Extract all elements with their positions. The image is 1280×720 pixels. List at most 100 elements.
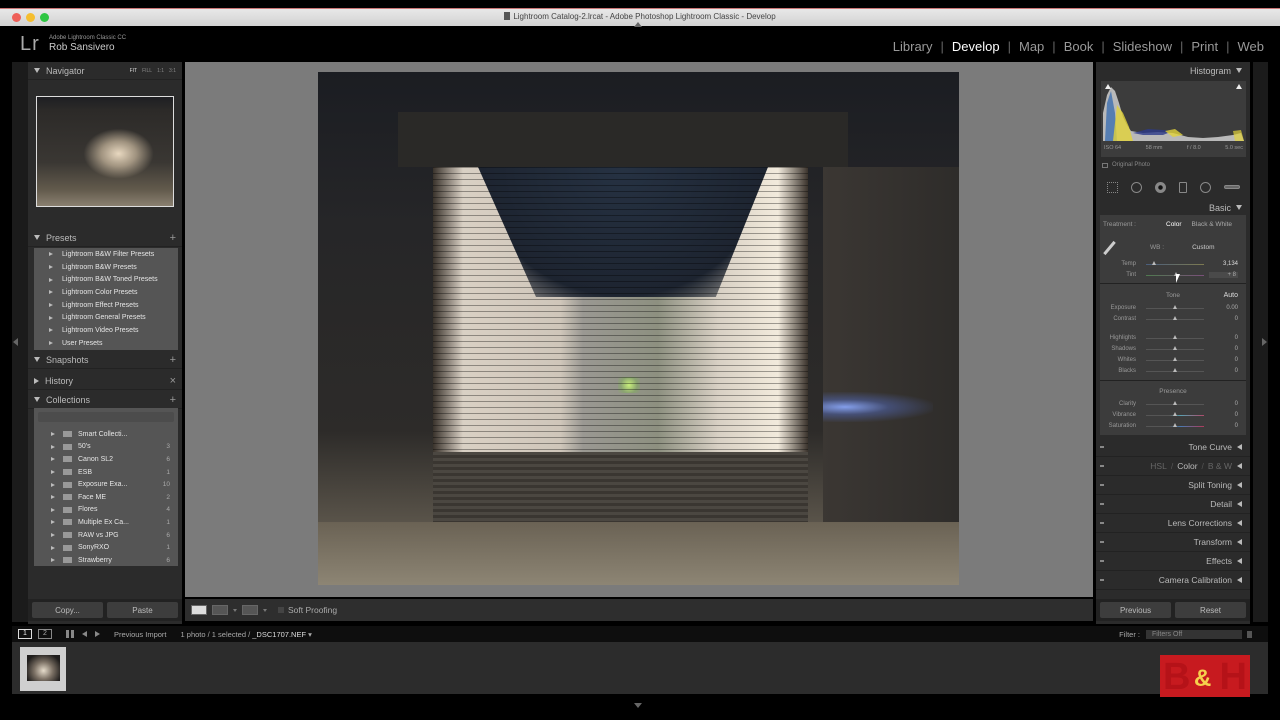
tone-curve-panel-header[interactable]: Tone Curve bbox=[1096, 438, 1250, 457]
transform-panel-header[interactable]: Transform bbox=[1096, 533, 1250, 552]
contrast-slider[interactable] bbox=[1146, 315, 1204, 320]
preset-folder[interactable]: Lightroom Video Presets bbox=[34, 324, 178, 337]
effects-panel-header[interactable]: Effects bbox=[1096, 552, 1250, 571]
soft-proofing-checkbox[interactable] bbox=[278, 607, 284, 613]
preset-folder[interactable]: Lightroom Effect Presets bbox=[34, 299, 178, 312]
module-slideshow[interactable]: Slideshow bbox=[1113, 39, 1172, 54]
highlight-clipping-toggle[interactable] bbox=[1236, 84, 1242, 89]
collection-item[interactable]: Smart Collecti... bbox=[34, 428, 178, 441]
hsl-tab[interactable]: HSL bbox=[1150, 461, 1167, 471]
collection-item[interactable]: Exposure Exa... 10 bbox=[34, 478, 178, 491]
filmstrip-source[interactable]: Previous Import bbox=[114, 630, 167, 639]
highlights-value[interactable]: 0 bbox=[1235, 335, 1238, 341]
zoom-fill[interactable]: FILL bbox=[142, 68, 152, 74]
forward-arrow-icon[interactable] bbox=[95, 631, 100, 637]
panel-switch-icon[interactable] bbox=[1100, 560, 1104, 562]
reset-button[interactable]: Reset bbox=[1175, 602, 1246, 618]
collapse-right-panel-icon[interactable] bbox=[1262, 338, 1267, 346]
wb-preset-dropdown[interactable]: Custom bbox=[1192, 244, 1214, 251]
clarity-value[interactable]: 0 bbox=[1235, 401, 1238, 407]
contrast-slider-knob[interactable] bbox=[1172, 315, 1177, 320]
basic-header[interactable]: Basic bbox=[1096, 200, 1250, 215]
blacks-slider-knob[interactable] bbox=[1172, 367, 1177, 372]
highlights-slider[interactable] bbox=[1146, 334, 1204, 339]
temp-slider-knob[interactable] bbox=[1152, 260, 1157, 265]
original-photo-toggle[interactable]: Original Photo bbox=[1102, 162, 1150, 168]
back-arrow-icon[interactable] bbox=[82, 631, 87, 637]
saturation-slider[interactable] bbox=[1146, 422, 1204, 427]
red-eye-tool-icon[interactable] bbox=[1155, 181, 1167, 193]
clarity-slider[interactable] bbox=[1146, 400, 1204, 405]
shadows-slider-knob[interactable] bbox=[1172, 345, 1177, 350]
before-after-button[interactable] bbox=[212, 605, 228, 615]
collection-item[interactable]: Strawberry 6 bbox=[34, 554, 178, 567]
radial-filter-tool-icon[interactable] bbox=[1199, 181, 1211, 193]
add-snapshot-button[interactable]: + bbox=[170, 354, 176, 366]
exposure-slider-knob[interactable] bbox=[1172, 304, 1177, 309]
vibrance-value[interactable]: 0 bbox=[1235, 412, 1238, 418]
detail-panel-header[interactable]: Detail bbox=[1096, 495, 1250, 514]
zoom-3-1[interactable]: 3:1 bbox=[169, 68, 176, 74]
collection-item[interactable]: 50's 3 bbox=[34, 441, 178, 454]
module-book[interactable]: Book bbox=[1064, 39, 1094, 54]
blacks-value[interactable]: 0 bbox=[1235, 368, 1238, 374]
presets-header[interactable]: Presets + bbox=[28, 229, 182, 247]
add-collection-button[interactable]: + bbox=[170, 394, 176, 406]
crop-overlay-tool-icon[interactable] bbox=[1107, 181, 1119, 193]
copy-settings-button[interactable]: Copy... bbox=[32, 602, 103, 618]
collection-item[interactable]: Flores 4 bbox=[34, 504, 178, 517]
clear-history-button[interactable]: × bbox=[170, 375, 176, 387]
preset-folder[interactable]: Lightroom Color Presets bbox=[34, 286, 178, 299]
whites-slider-knob[interactable] bbox=[1172, 356, 1177, 361]
white-balance-eyedropper-icon[interactable] bbox=[1103, 240, 1116, 256]
collection-item[interactable]: RAW vs JPG 6 bbox=[34, 529, 178, 542]
hsl-panel-header[interactable]: HSL / Color / B & W bbox=[1096, 457, 1250, 476]
selected-filename[interactable]: _DSC1707.NEF bbox=[252, 630, 306, 639]
vibrance-slider[interactable] bbox=[1146, 411, 1204, 416]
panel-switch-icon[interactable] bbox=[1100, 541, 1104, 543]
shadows-value[interactable]: 0 bbox=[1235, 346, 1238, 352]
vibrance-slider-knob[interactable] bbox=[1172, 411, 1177, 416]
collection-item[interactable]: SonyRXO 1 bbox=[34, 541, 178, 554]
zoom-1-1[interactable]: 1:1 bbox=[157, 68, 164, 74]
preset-folder[interactable]: Lightroom B&W Toned Presets bbox=[34, 273, 178, 286]
main-photo[interactable] bbox=[318, 72, 959, 585]
collapse-filmstrip-icon[interactable] bbox=[634, 703, 642, 708]
navigator-preview[interactable] bbox=[36, 96, 174, 207]
temp-slider[interactable] bbox=[1146, 260, 1204, 265]
panel-switch-icon[interactable] bbox=[1100, 503, 1104, 505]
collection-item[interactable]: Canon SL2 6 bbox=[34, 453, 178, 466]
panel-switch-icon[interactable] bbox=[1100, 579, 1104, 581]
paste-settings-button[interactable]: Paste bbox=[107, 602, 178, 618]
previous-settings-button[interactable]: Previous bbox=[1100, 602, 1171, 618]
navigator-header[interactable]: Navigator FIT FILL 1:1 3:1 bbox=[28, 62, 182, 80]
exposure-value[interactable]: 0.00 bbox=[1226, 305, 1238, 311]
module-map[interactable]: Map bbox=[1019, 39, 1044, 54]
treatment-bw-option[interactable]: Black & White bbox=[1192, 221, 1232, 228]
shadow-clipping-toggle[interactable] bbox=[1105, 84, 1111, 89]
panel-switch-icon[interactable] bbox=[1100, 446, 1104, 448]
bw-tab[interactable]: B & W bbox=[1208, 461, 1232, 471]
swap-dropdown-icon[interactable] bbox=[263, 608, 267, 612]
zoom-fit[interactable]: FIT bbox=[130, 68, 138, 74]
module-develop[interactable]: Develop bbox=[952, 39, 1000, 54]
preset-folder[interactable]: User Presets bbox=[34, 337, 178, 350]
highlights-slider-knob[interactable] bbox=[1172, 334, 1177, 339]
panel-switch-icon[interactable] bbox=[1100, 522, 1104, 524]
preset-folder[interactable]: Lightroom B&W Presets bbox=[34, 261, 178, 274]
split-toning-panel-header[interactable]: Split Toning bbox=[1096, 476, 1250, 495]
collections-header[interactable]: Collections + bbox=[28, 391, 182, 409]
before-after-swap-button[interactable] bbox=[242, 605, 258, 615]
collection-item[interactable]: ESB 1 bbox=[34, 466, 178, 479]
before-after-dropdown-icon[interactable] bbox=[233, 608, 237, 612]
collapse-top-panel-icon[interactable] bbox=[634, 22, 642, 27]
tint-value[interactable]: + 8 bbox=[1209, 272, 1238, 278]
camera-calibration-panel-header[interactable]: Camera Calibration bbox=[1096, 571, 1250, 590]
saturation-value[interactable]: 0 bbox=[1235, 423, 1238, 429]
clarity-slider-knob[interactable] bbox=[1172, 400, 1177, 405]
whites-slider[interactable] bbox=[1146, 356, 1204, 361]
tint-slider[interactable] bbox=[1146, 271, 1204, 276]
preset-folder[interactable]: Lightroom General Presets bbox=[34, 311, 178, 324]
collection-item[interactable]: Multiple Ex Ca... 1 bbox=[34, 516, 178, 529]
blacks-slider[interactable] bbox=[1146, 367, 1204, 372]
